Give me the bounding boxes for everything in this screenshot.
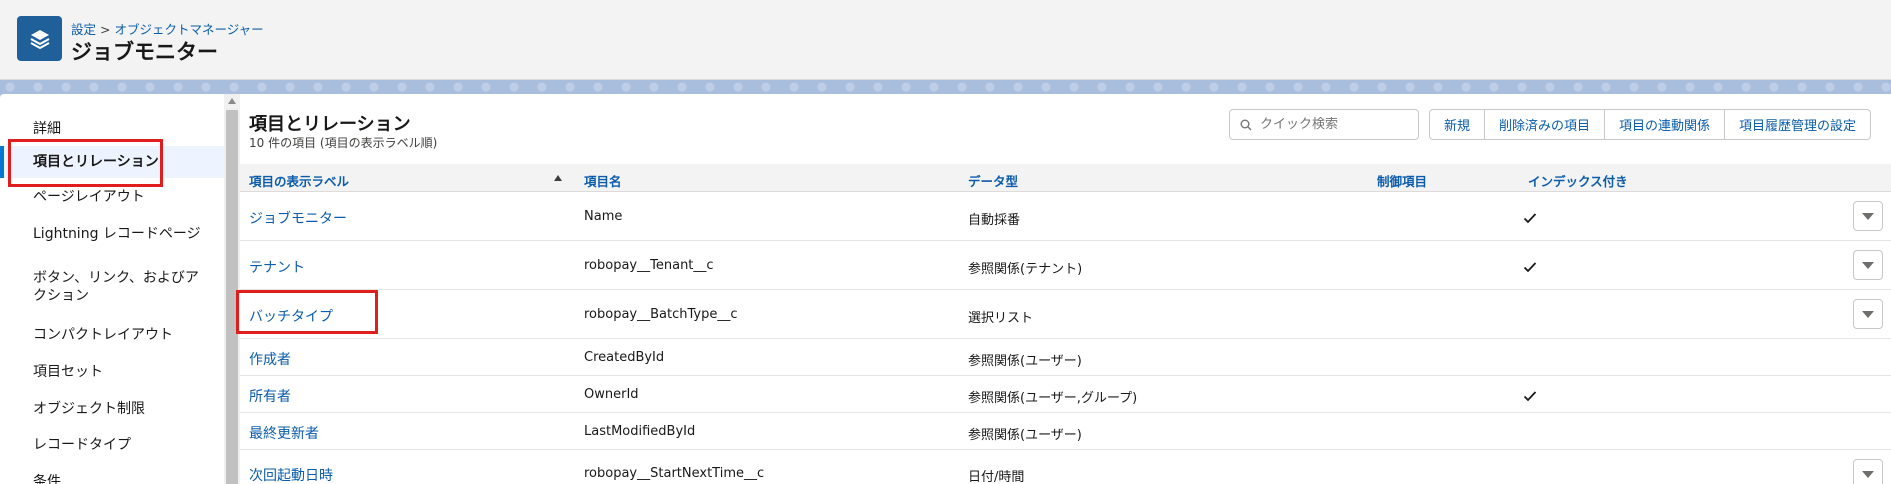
column-header-field-name[interactable]: 項目名 (584, 171, 622, 190)
table-row: 次回起動日時 robopay__StartNextTime__c 日付/時間 (240, 451, 1891, 484)
sidebar-item-details[interactable]: 詳細 (0, 120, 224, 138)
chevron-down-icon (1862, 261, 1874, 269)
highlight-box-batch-type (236, 290, 378, 334)
page-title: ジョブモニター (71, 40, 218, 64)
field-data-type: 日付/時間 (968, 470, 1025, 484)
field-label-link[interactable]: ジョブモニター (249, 208, 347, 228)
column-header-indexed[interactable]: インデックス付き (1528, 171, 1628, 190)
page-header: 設定 > オブジェクトマネージャー ジョブモニター (0, 0, 1891, 80)
field-data-type: 参照関係(ユーザー,グループ) (968, 391, 1138, 406)
field-api-name: CreatedById (584, 350, 665, 365)
sidebar-item-buttons-links-actions-cont[interactable]: クション (0, 287, 224, 305)
field-dependencies-button[interactable]: 項目の連動関係 (1604, 109, 1726, 140)
stack-layers-icon (17, 16, 62, 61)
row-actions-dropdown[interactable] (1853, 459, 1883, 484)
table-header: 項目の表示ラベル 項目名 データ型 制御項目 インデックス付き (240, 164, 1891, 192)
table-row: 所有者 OwnerId 参照関係(ユーザー,グループ) (240, 377, 1891, 413)
sidebar-item-lightning-record-pages[interactable]: Lightning レコードページ (0, 225, 224, 243)
chevron-down-icon (1862, 470, 1874, 478)
decorative-band (0, 80, 1891, 94)
field-data-type: 参照関係(ユーザー) (968, 354, 1082, 369)
field-api-name: LastModifiedById (584, 424, 696, 439)
new-button[interactable]: 新規 (1429, 109, 1486, 140)
column-header-data-type[interactable]: データ型 (968, 171, 1018, 190)
field-api-name: robopay__Tenant__c (584, 258, 714, 273)
quick-search[interactable] (1229, 109, 1419, 140)
sidebar-scrollbar[interactable] (224, 94, 240, 484)
row-actions-dropdown[interactable] (1853, 299, 1883, 329)
field-data-type: 参照関係(ユーザー) (968, 428, 1082, 443)
field-label-link[interactable]: 次回起動日時 (249, 465, 333, 484)
field-label-link[interactable]: テナント (249, 257, 305, 277)
row-actions-dropdown[interactable] (1853, 201, 1883, 231)
highlight-box-sidebar-fields (8, 139, 163, 187)
table-row: 作成者 CreatedById 参照関係(ユーザー) (240, 340, 1891, 376)
sidebar-item-compact-layouts[interactable]: コンパクトレイアウト (0, 326, 224, 344)
table-row: テナント robopay__Tenant__c 参照関係(テナント) (240, 242, 1891, 290)
table-row: ジョブモニター Name 自動採番 (240, 193, 1891, 241)
field-label-link[interactable]: 最終更新者 (249, 423, 319, 443)
quick-search-input[interactable] (1260, 117, 1410, 132)
breadcrumb-object-manager-link[interactable]: オブジェクトマネージャー (115, 22, 264, 37)
column-header-controlling-field[interactable]: 制御項目 (1377, 171, 1427, 190)
sidebar-item-object-limits[interactable]: オブジェクト制限 (0, 400, 224, 418)
field-api-name: Name (584, 209, 623, 224)
chevron-down-icon (1862, 212, 1874, 220)
sidebar-item-field-sets[interactable]: 項目セット (0, 363, 224, 381)
search-icon (1240, 119, 1252, 130)
chevron-down-icon (1862, 310, 1874, 318)
sort-ascending-icon[interactable] (554, 175, 562, 181)
sidebar-item-conditions[interactable]: 条件 (0, 473, 224, 484)
table-row: バッチタイプ robopay__BatchType__c 選択リスト (240, 291, 1891, 339)
field-data-type: 選択リスト (968, 311, 1034, 326)
table-row: 最終更新者 LastModifiedById 参照関係(ユーザー) (240, 414, 1891, 450)
checkmark-icon (1523, 262, 1537, 273)
field-label-link[interactable]: 作成者 (249, 349, 291, 369)
scroll-up-arrow-icon[interactable] (228, 98, 236, 104)
set-history-tracking-button[interactable]: 項目履歴管理の設定 (1724, 109, 1872, 140)
column-header-field-label[interactable]: 項目の表示ラベル (249, 171, 349, 190)
section-subtitle: 10 件の項目 (項目の表示ラベル順) (249, 136, 438, 150)
deleted-fields-button[interactable]: 削除済みの項目 (1484, 109, 1606, 140)
breadcrumb-separator: > (100, 22, 111, 37)
checkmark-icon (1523, 391, 1537, 402)
section-title: 項目とリレーション (249, 114, 411, 135)
main-panel: 項目とリレーション 10 件の項目 (項目の表示ラベル順) 新規 削除済みの項目… (240, 94, 1891, 484)
breadcrumb-setup-link[interactable]: 設定 (71, 22, 96, 37)
row-actions-dropdown[interactable] (1853, 250, 1883, 280)
field-api-name: robopay__StartNextTime__c (584, 466, 765, 481)
checkmark-icon (1523, 213, 1537, 224)
field-label-link[interactable]: 所有者 (249, 386, 291, 406)
sidebar-item-page-layouts[interactable]: ページレイアウト (0, 188, 224, 206)
action-button-group: 新規 削除済みの項目 項目の連動関係 項目履歴管理の設定 (1429, 109, 1872, 140)
field-api-name: OwnerId (584, 387, 639, 402)
field-api-name: robopay__BatchType__c (584, 307, 738, 322)
field-data-type: 参照関係(テナント) (968, 262, 1083, 277)
sidebar-item-buttons-links-actions[interactable]: ボタン、リンク、およびア (0, 269, 224, 287)
sidebar-item-record-types[interactable]: レコードタイプ (0, 436, 224, 454)
field-data-type: 自動採番 (968, 213, 1021, 228)
